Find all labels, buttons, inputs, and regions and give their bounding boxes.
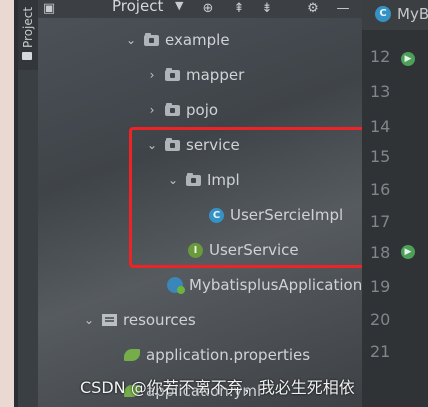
tree-row-pojo[interactable]: › pojo bbox=[145, 99, 218, 121]
red-highlight-box bbox=[129, 127, 386, 268]
left-edge-strip bbox=[0, 0, 14, 407]
package-folder-icon bbox=[165, 102, 180, 116]
tree-row-label: mapper bbox=[186, 66, 245, 84]
chevron-right-icon[interactable]: › bbox=[145, 68, 159, 82]
project-view-icon[interactable]: ▣ bbox=[42, 2, 56, 16]
expand-all-icon[interactable]: ⇞ bbox=[232, 2, 246, 16]
line-number: 12 bbox=[370, 47, 391, 66]
line-number: 21 bbox=[370, 342, 391, 361]
minimize-icon[interactable]: — bbox=[336, 2, 350, 16]
tree-row-label: MybatisplusApplication bbox=[189, 276, 363, 294]
java-class-icon: C bbox=[375, 6, 391, 22]
chevron-right-icon[interactable]: › bbox=[145, 103, 159, 117]
folder-icon bbox=[22, 52, 32, 60]
tree-row-mapper[interactable]: › mapper bbox=[145, 64, 245, 86]
chevron-down-icon[interactable]: ⌄ bbox=[82, 313, 96, 327]
tree-row-application-properties[interactable]: application.properties bbox=[124, 344, 310, 366]
package-folder-icon bbox=[165, 67, 180, 81]
run-gutter-icon[interactable]: ▶ bbox=[401, 52, 415, 66]
resources-folder-icon bbox=[102, 314, 117, 326]
tree-row-resources[interactable]: ⌄ resources bbox=[82, 309, 196, 331]
caret-down-icon[interactable]: ▼ bbox=[175, 0, 183, 12]
editor-tab-label[interactable]: MyB bbox=[397, 5, 428, 23]
line-number: 15 bbox=[370, 147, 391, 166]
gear-icon[interactable]: ⚙ bbox=[306, 2, 320, 16]
project-side-tab-label: Project bbox=[21, 6, 35, 48]
line-number: 20 bbox=[370, 310, 391, 329]
collapse-all-icon[interactable]: ⇟ bbox=[260, 2, 274, 16]
line-number: 16 bbox=[370, 180, 391, 199]
line-number: 19 bbox=[370, 277, 391, 296]
line-number: 13 bbox=[370, 82, 391, 101]
target-icon[interactable]: ⊕ bbox=[201, 2, 215, 16]
line-number: 18 bbox=[370, 243, 391, 262]
chevron-down-icon[interactable]: ⌄ bbox=[124, 33, 138, 47]
line-number: 14 bbox=[370, 117, 391, 136]
tree-row-mybatisplusapplication[interactable]: MybatisplusApplication bbox=[167, 274, 362, 296]
spring-properties-icon bbox=[124, 349, 140, 361]
tree-row-label: example bbox=[165, 31, 230, 49]
spring-boot-class-icon bbox=[167, 277, 185, 294]
line-number: 17 bbox=[370, 212, 391, 231]
tree-row-label: pojo bbox=[186, 101, 219, 119]
project-view-title[interactable]: Project bbox=[112, 0, 163, 15]
csdn-watermark: CSDN @你若不离不弃，我必生死相依 bbox=[80, 378, 355, 397]
tree-row-label: application.properties bbox=[146, 346, 311, 364]
run-gutter-icon[interactable]: ▶ bbox=[401, 245, 415, 259]
project-toolbar: ▣ Project ▼ ⊕ ⇞ ⇟ ⚙ — bbox=[38, 0, 362, 19]
tree-row-label: resources bbox=[123, 311, 196, 329]
tree-row-example[interactable]: ⌄ example bbox=[124, 29, 230, 51]
package-folder-icon bbox=[144, 32, 159, 46]
